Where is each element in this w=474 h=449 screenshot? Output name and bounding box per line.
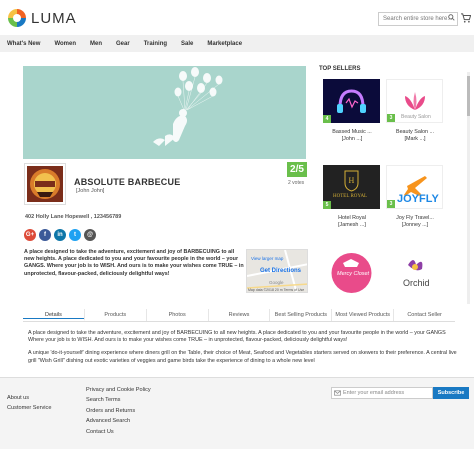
nav-item-whats-new[interactable]: What's New — [7, 41, 40, 47]
nav-item-men[interactable]: Men — [90, 41, 102, 47]
store-address: 402 Holly Lane Hopewell , 123456789 — [25, 214, 122, 220]
seller-name[interactable]: Joy Fly Travel... — [386, 215, 444, 222]
tab-contact-seller[interactable]: Contact Seller — [394, 309, 455, 321]
social-links: G+ f in t @ — [24, 229, 96, 241]
store-tabs: Details Products Photos Reviews Best Sel… — [23, 309, 455, 322]
votes-count: 2 votes — [288, 180, 305, 186]
svg-text:H: H — [349, 176, 355, 185]
footer-link-customer-service[interactable]: Customer Service — [7, 405, 51, 411]
seller-name[interactable]: Hotel Royal — [323, 215, 381, 222]
email-icon[interactable]: @ — [84, 229, 96, 241]
seller-card-beauty-salon[interactable]: Beauty Salon 3 Beauty Salon ... [Mark ..… — [386, 79, 444, 143]
seller-rating-badge: 3 — [387, 114, 395, 122]
details-content: A place designed to take the adventure, … — [28, 330, 460, 365]
seller-rating-badge: 4 — [323, 115, 331, 123]
seller-card-joy-fly[interactable]: JOYFLY 3 Joy Fly Travel... [Jonney ...] — [386, 165, 444, 229]
beauty-salon-logo-text: Beauty Salon — [401, 114, 431, 120]
facebook-icon[interactable]: f — [39, 229, 51, 241]
seller-card-mercy-closet[interactable]: Mercy Closet — [323, 251, 381, 296]
seller-image: Orchid — [386, 251, 443, 296]
footer-link-advanced-search[interactable]: Advanced Search — [86, 418, 130, 424]
seller-card-bassed-music[interactable]: 4 Bassed Music ... [John ...] — [323, 79, 381, 143]
seller-image: H HOTEL ROYAL 5 — [323, 165, 380, 209]
footer-link-privacy[interactable]: Privacy and Cookie Policy — [86, 387, 151, 393]
store-banner — [23, 66, 306, 159]
details-paragraph-1: A place designed to take the adventure, … — [28, 330, 446, 344]
closet-logo-text: Mercy Closet — [337, 271, 370, 277]
main-nav: What's New Women Men Gear Training Sale … — [0, 35, 474, 52]
headphones-icon — [337, 89, 366, 113]
tab-photos[interactable]: Photos — [147, 309, 209, 321]
seller-image: JOYFLY 3 — [386, 165, 443, 209]
seller-card-orchid[interactable]: Orchid — [386, 251, 444, 296]
tab-most-viewed-products[interactable]: Most Viewed Products — [332, 309, 395, 321]
nav-item-marketplace[interactable]: Marketplace — [207, 41, 242, 47]
rating-badge: 2/5 — [287, 162, 307, 177]
nav-item-sale[interactable]: Sale — [181, 41, 193, 47]
seller-image: Beauty Salon 3 — [386, 79, 443, 123]
logo-text: LUMA — [31, 9, 77, 27]
seller-image: Mercy Closet — [323, 251, 380, 296]
newsletter-email-input[interactable]: Enter your email address — [331, 387, 433, 399]
tab-products[interactable]: Products — [85, 309, 147, 321]
footer-link-contact-us[interactable]: Contact Us — [86, 429, 114, 435]
seller-name[interactable]: Bassed Music ... — [323, 129, 381, 136]
seller-owner: [Jonney ...] — [401, 222, 429, 228]
footer-link-search-terms[interactable]: Search Terms — [86, 397, 120, 403]
tab-best-selling-products[interactable]: Best Selling Products — [270, 309, 333, 321]
tab-details[interactable]: Details — [23, 309, 85, 321]
nav-item-gear[interactable]: Gear — [116, 41, 130, 47]
google-logo: Google — [269, 280, 284, 285]
footer-link-about-us[interactable]: About us — [7, 395, 29, 401]
tab-reviews[interactable]: Reviews — [209, 309, 271, 321]
seller-rating-badge: 5 — [323, 201, 331, 209]
barbecue-logo-image — [27, 166, 63, 202]
top-sellers-scroll-thumb[interactable] — [467, 76, 470, 116]
nav-item-training[interactable]: Training — [144, 41, 167, 47]
seller-image: 4 — [323, 79, 380, 123]
linkedin-icon[interactable]: in — [54, 229, 66, 241]
top-sellers-title: TOP SELLERS — [319, 66, 361, 72]
mail-icon — [334, 390, 341, 396]
joyfly-logo-text: JOYFLY — [397, 193, 439, 205]
subscribe-button[interactable]: Subscribe — [433, 387, 469, 399]
details-paragraph-2: A unique 'do-it-yourself' dining experie… — [28, 350, 457, 364]
store-owner[interactable]: [John John] — [76, 188, 104, 194]
view-larger-map-link[interactable]: View larger map — [251, 256, 283, 261]
child-balloons-illustration — [153, 67, 223, 146]
store-name: ABSOLUTE BARBECUE — [74, 177, 181, 187]
seller-owner: [Jamesh ...] — [338, 222, 366, 228]
search-input[interactable]: Search entire store here... — [378, 12, 458, 26]
seller-name[interactable]: Beauty Salon ... — [386, 129, 444, 136]
seller-owner: [John ...] — [341, 136, 363, 142]
seller-card-hotel-royal[interactable]: H HOTEL ROYAL 5 Hotel Royal [Jamesh ...] — [323, 165, 381, 229]
hotel-royal-logo-text: HOTEL ROYAL — [333, 194, 368, 199]
store-about: A place designed to take the adventure, … — [24, 249, 244, 277]
cart-icon[interactable] — [461, 13, 471, 23]
footer-link-orders-returns[interactable]: Orders and Returns — [86, 408, 135, 414]
orchid-logo-text: Orchid — [403, 278, 430, 288]
seller-rating-badge: 3 — [387, 200, 395, 208]
google-plus-icon[interactable]: G+ — [24, 229, 36, 241]
search-icon[interactable] — [448, 14, 455, 21]
map-footer: Map data ©2018 20 m Terms of Use — [248, 288, 305, 292]
store-map[interactable]: View larger map Get Directions Google Ma… — [246, 249, 308, 293]
seller-owner: [Mark ...] — [404, 136, 426, 142]
twitter-icon[interactable]: t — [69, 229, 81, 241]
get-directions-link[interactable]: Get Directions — [260, 268, 301, 274]
store-logo — [24, 163, 66, 205]
hotel-crest-icon: H — [344, 170, 359, 192]
nav-item-women[interactable]: Women — [54, 41, 76, 47]
logo-icon — [8, 9, 26, 27]
luma-logo[interactable]: LUMA — [8, 9, 77, 27]
orchid-flower-icon — [408, 260, 423, 271]
